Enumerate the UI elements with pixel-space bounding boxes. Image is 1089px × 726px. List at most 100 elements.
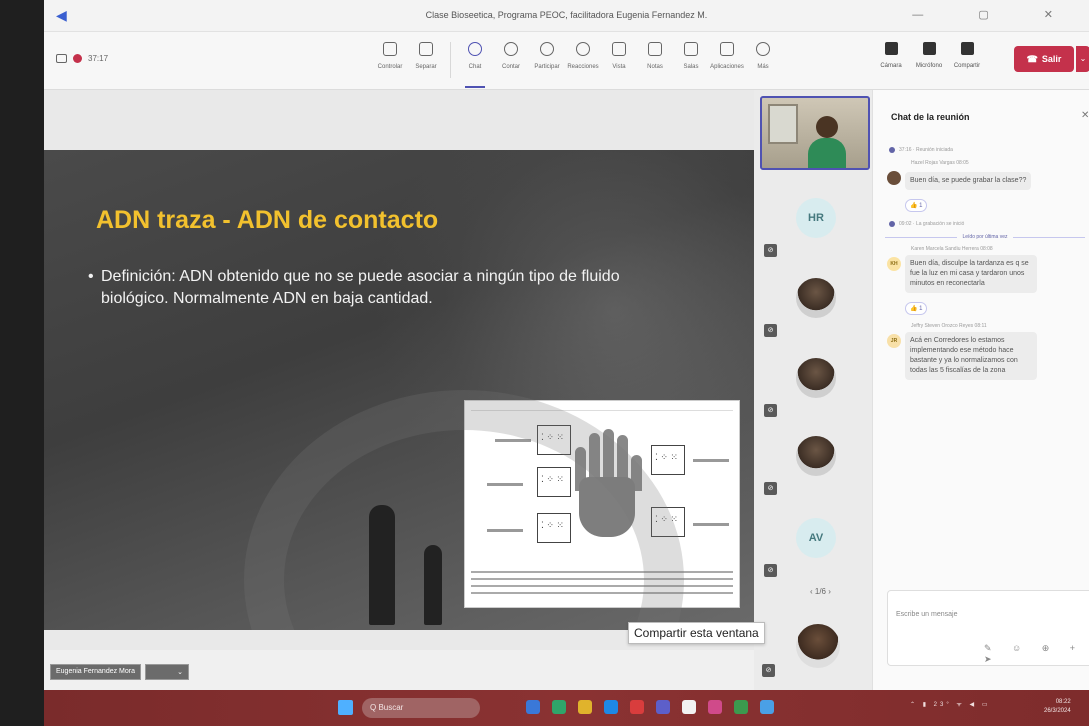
message-text: Buen día, disculpe la tardanza es q se f… (905, 255, 1037, 293)
close-icon[interactable]: ✕ (1081, 110, 1089, 121)
rooms-label: Salas (683, 64, 699, 70)
view-button[interactable]: Vista (601, 40, 637, 78)
os-taskbar: Q Buscar ⌃ ▮ 23° ᯤ ◀ ▭ 08:22 26/3/2024 (44, 690, 1089, 726)
system-tray[interactable]: ⌃ ▮ 23° ᯤ ◀ ▭ (910, 700, 991, 708)
meeting-toolbar: 37:17 Controlar Separar Chat Contar Part… (44, 32, 1089, 90)
message-meta: Hazel Rojas Vargas 08:05 (911, 160, 969, 166)
avatar (796, 436, 836, 476)
timer-label: 37:17 (88, 54, 109, 63)
taskbar-search[interactable]: Q Buscar (362, 698, 480, 718)
chat-messages: 37:16 · Reunión iniciada Hazel Rojas Var… (885, 142, 1085, 384)
taskbar-clock[interactable]: 08:22 26/3/2024 (1044, 698, 1071, 716)
raise-hand-icon (540, 42, 554, 56)
presenter-name-tag: Eugenia Fernandez Mora ⌄ (50, 664, 189, 680)
people-icon (504, 42, 518, 56)
controller-icon (383, 42, 397, 56)
chat-icon (468, 42, 482, 56)
speaker-video[interactable] (760, 96, 870, 170)
app-icon[interactable] (526, 700, 540, 714)
avatar: JR (887, 334, 901, 348)
leave-options-button[interactable]: ⌄ (1076, 46, 1089, 72)
participant-pager[interactable]: ‹ 1/6 › (810, 587, 831, 596)
self-video-avatar[interactable] (796, 624, 840, 668)
teams-icon[interactable] (656, 700, 670, 714)
chat-message[interactable]: JR Acá en Corredores lo estamos implemen… (885, 332, 1085, 380)
avatar (796, 278, 836, 318)
window-controls[interactable]: — ▢ ✕ (912, 8, 1079, 21)
app-icon[interactable] (708, 700, 722, 714)
share-button[interactable]: Compartir (948, 40, 986, 69)
meeting-icon (889, 147, 895, 153)
participant-tile[interactable]: ⊘ (764, 346, 866, 426)
hand-illustration (573, 429, 643, 547)
camera-button[interactable]: Cámara (872, 40, 910, 69)
rooms-button[interactable]: Salas (673, 40, 709, 78)
mic-label: Micrófono (915, 63, 943, 69)
people-button[interactable]: Contar (493, 40, 529, 78)
phone-icon: ☎ (1026, 53, 1038, 64)
mic-button[interactable]: Micrófono (910, 40, 948, 69)
figure-header (471, 405, 733, 411)
apps-button[interactable]: Aplicaciones (709, 40, 745, 78)
bullet-icon: • (88, 268, 94, 285)
message-text: Acá en Corredores lo estamos implementan… (905, 332, 1037, 380)
notes-button[interactable]: Notas (637, 40, 673, 78)
avatar: AV (796, 518, 836, 558)
message-text: Buen día, se puede grabar la clase?? (905, 172, 1032, 190)
message-meta: Karen Marcela Sandiu Herrera 08:08 (911, 246, 993, 252)
app-icon[interactable] (682, 700, 696, 714)
figure-caption (471, 571, 733, 599)
app-icon[interactable] (630, 700, 644, 714)
more-button[interactable]: Más (745, 40, 781, 78)
controller-button[interactable]: Controlar (372, 40, 408, 78)
reaction-badge[interactable]: 👍 1 (905, 199, 928, 212)
message-compose-box[interactable]: Escribe un mensaje ✎ ☺ ⊕ + ➤ (887, 590, 1089, 666)
pop-out-label: Separar (415, 64, 437, 70)
recording-icon (73, 54, 82, 63)
reaction-badge[interactable]: 👍 1 (905, 302, 928, 315)
camera-label: Cámara (880, 63, 902, 69)
compose-actions[interactable]: ✎ ☺ ⊕ + ➤ (984, 643, 1089, 665)
more-label: Más (757, 64, 769, 70)
more-icon (756, 42, 770, 56)
system-message: 37:16 · Reunión iniciada (889, 146, 1085, 154)
app-icon[interactable] (760, 700, 774, 714)
system-message: 09:02 · La grabación se inició (889, 220, 1085, 228)
leave-button[interactable]: ☎ Salir (1014, 46, 1074, 72)
mic-off-icon (922, 42, 936, 55)
chat-button[interactable]: Chat (457, 40, 493, 88)
silhouette-figure (369, 505, 395, 625)
sample-box (537, 425, 571, 455)
app-icon[interactable] (734, 700, 748, 714)
last-read-divider: Leído por última vez (885, 234, 1085, 240)
share-icon (960, 42, 974, 55)
avatar: KH (887, 257, 901, 271)
silhouette-figure (424, 545, 442, 625)
presenter-options[interactable]: ⌄ (145, 664, 189, 680)
chat-message[interactable]: KH Buen día, disculpe la tardanza es q s… (885, 255, 1085, 293)
controller-label: Controlar (377, 64, 403, 70)
participant-tile[interactable]: HR ⊘ (764, 186, 866, 266)
participant-tile[interactable]: ⊘ (764, 424, 866, 504)
app-icon[interactable] (552, 700, 566, 714)
pop-out-button[interactable]: Separar (408, 40, 444, 78)
rooms-icon (684, 42, 698, 56)
chat-message[interactable]: Buen día, se puede grabar la clase?? (885, 169, 1085, 190)
participant-tile[interactable]: AV ⊘ (764, 506, 866, 586)
mic-off-icon: ⊘ (764, 324, 777, 337)
participant-tile[interactable]: ⊘ (764, 266, 866, 346)
notes-icon (648, 42, 662, 56)
sample-box (651, 445, 685, 475)
edge-icon[interactable] (604, 700, 618, 714)
folder-icon[interactable] (578, 700, 592, 714)
raise-hand-button[interactable]: Participar (529, 40, 565, 78)
reactions-button[interactable]: Reacciones (565, 40, 601, 78)
mic-off-icon: ⊘ (762, 664, 775, 677)
windows-start-icon[interactable] (338, 700, 353, 715)
taskbar-apps (526, 700, 774, 714)
recording-icon (889, 221, 895, 227)
left-border (0, 0, 44, 726)
hand-dna-figure (464, 400, 740, 608)
people-label: Contar (501, 64, 520, 70)
sample-box (537, 513, 571, 543)
